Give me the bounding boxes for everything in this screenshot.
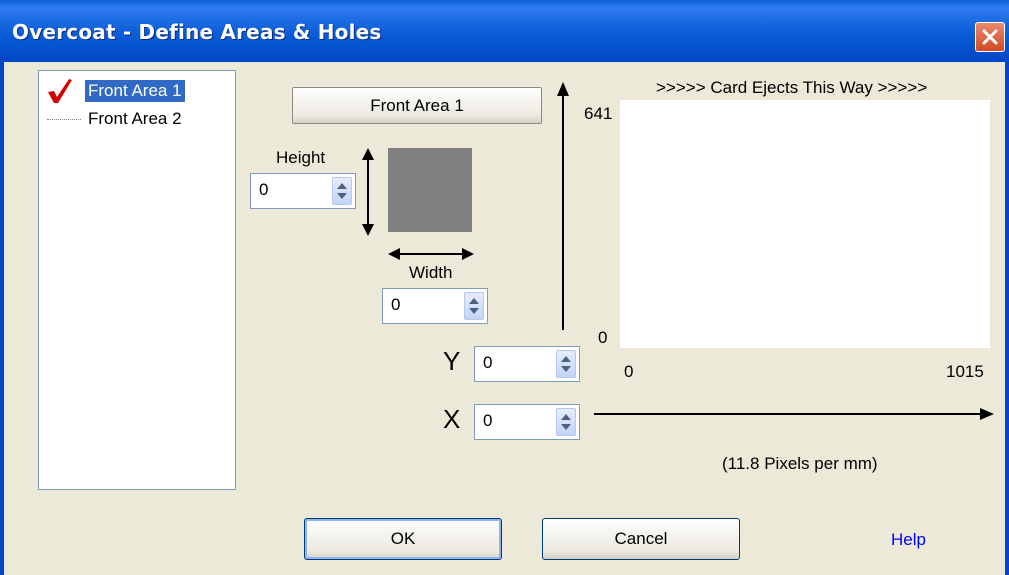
y-min-label: 0	[598, 328, 608, 347]
y-spinner[interactable]: 0	[474, 346, 580, 382]
close-icon	[982, 29, 998, 45]
area-name-button[interactable]: Front Area 1	[292, 87, 542, 124]
spin-up-icon	[561, 414, 571, 420]
spin-down-icon	[561, 424, 571, 430]
x-spinner[interactable]: 0	[474, 404, 580, 440]
help-link[interactable]: Help	[891, 530, 926, 550]
spin-up-icon	[469, 298, 479, 304]
x-value: 0	[483, 411, 493, 430]
x-axis-arrow-icon	[594, 408, 994, 420]
height-value: 0	[259, 180, 269, 199]
height-label: Height	[276, 148, 326, 167]
height-arrow-icon	[362, 148, 374, 236]
width-spinner[interactable]: 0	[382, 288, 488, 324]
scale-note: (11.8 Pixels per mm)	[722, 454, 878, 473]
tree-item-label: Front Area 2	[88, 109, 182, 128]
spin-down-icon	[469, 308, 479, 314]
width-spin-buttons[interactable]	[464, 292, 484, 320]
window-title: Overcoat - Define Areas & Holes	[12, 20, 382, 44]
width-arrow-icon	[388, 248, 474, 260]
y-label: Y	[443, 346, 461, 376]
x-label: X	[443, 404, 461, 434]
area-tree-list[interactable]: Front Area 1 Front Area 2	[38, 70, 236, 490]
tree-item-label: Front Area 1	[85, 80, 185, 102]
window-frame-right	[1005, 62, 1009, 575]
checkmark-icon	[48, 79, 72, 103]
card-canvas[interactable]	[620, 100, 990, 348]
height-spin-buttons[interactable]	[332, 177, 352, 205]
spin-down-icon	[561, 366, 571, 372]
x-max-label: 1015	[946, 362, 984, 381]
tree-connector-line	[47, 119, 81, 120]
y-axis-arrow-icon	[557, 82, 569, 330]
y-spin-buttons[interactable]	[556, 350, 576, 378]
close-button[interactable]	[975, 22, 1005, 52]
width-label: Width	[409, 263, 453, 282]
ok-button[interactable]: OK	[304, 518, 502, 560]
spin-up-icon	[561, 356, 571, 362]
cancel-button[interactable]: Cancel	[542, 518, 740, 560]
y-value: 0	[483, 353, 493, 372]
x-min-label: 0	[624, 362, 634, 381]
window-frame-left	[0, 62, 4, 575]
card-eject-direction-label: >>>>> Card Ejects This Way >>>>>	[656, 78, 928, 97]
height-spinner[interactable]: 0	[250, 173, 356, 209]
y-max-label: 641	[584, 104, 613, 123]
width-value: 0	[391, 295, 401, 314]
area-preview-square	[388, 148, 472, 232]
spin-up-icon	[337, 183, 347, 189]
x-spin-buttons[interactable]	[556, 408, 576, 436]
spin-down-icon	[337, 193, 347, 199]
